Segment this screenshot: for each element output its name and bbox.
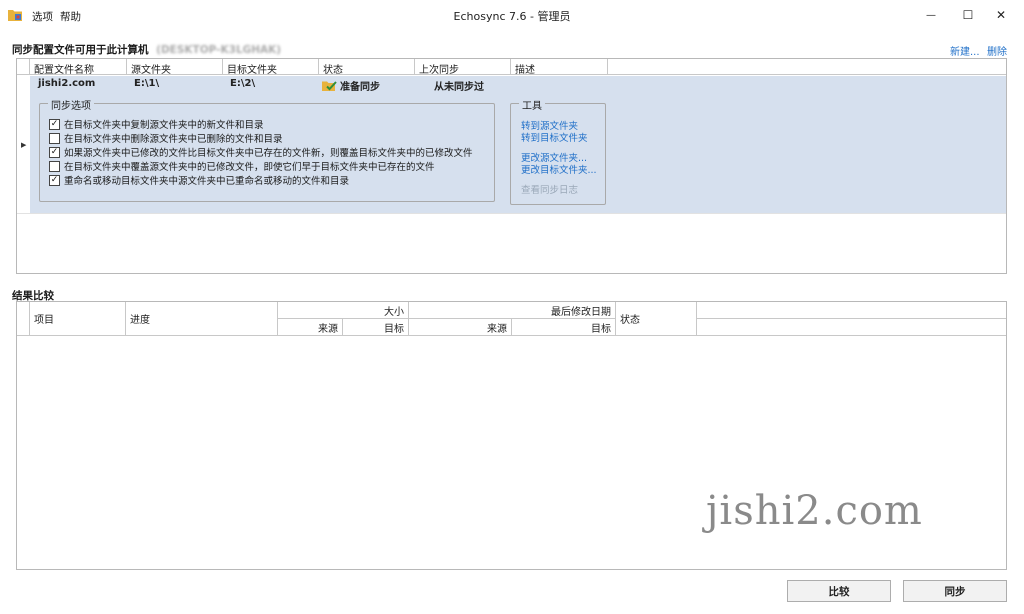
checkbox-delete-removed[interactable] — [49, 132, 60, 144]
profile-last-sync: 从未同步过 — [434, 82, 484, 93]
menu-options[interactable]: 选项 — [32, 9, 53, 24]
tools-legend: 工具 — [519, 97, 545, 112]
option-rename-move[interactable]: ✓ 重命名或移动目标文件夹中源文件夹中已重命名或移动的文件和目录 — [49, 173, 349, 187]
close-icon: ✕ — [995, 8, 1007, 22]
col-size-target[interactable]: 目标 — [343, 319, 409, 336]
option-delete-removed-label: 在目标文件夹中删除源文件夹中已删除的文件和目录 — [64, 134, 283, 145]
menu-help[interactable]: 帮助 — [60, 9, 81, 24]
checkbox-rename-move[interactable]: ✓ — [49, 174, 60, 186]
col-result-status[interactable]: 状态 — [616, 302, 697, 336]
sync-options-legend: 同步选项 — [48, 97, 94, 112]
window-title: Echosync 7.6 - 管理员 — [453, 10, 571, 23]
minimize-icon: — — [926, 9, 936, 21]
col-description[interactable]: 描述 — [511, 59, 608, 76]
delete-profile-link[interactable]: 删除 — [987, 43, 1007, 58]
goto-target-link[interactable]: 转到目标文件夹 — [521, 130, 588, 144]
profiles-grid[interactable]: 配置文件名称 源文件夹 目标文件夹 状态 上次同步 描述 ▶ jishi2.co… — [16, 58, 1007, 274]
checkbox-copy-new[interactable]: ✓ — [49, 118, 60, 130]
new-profile-link[interactable]: 新建... — [950, 43, 980, 58]
profiles-title-text: 同步配置文件可用于此计算机 — [12, 44, 149, 56]
profiles-section-title: 同步配置文件可用于此计算机 (DESKTOP-K3LGHAK) — [12, 42, 281, 57]
col-profile-name[interactable]: 配置文件名称 — [30, 59, 127, 76]
col-item[interactable]: 项目 — [30, 302, 126, 336]
col-size-source[interactable]: 来源 — [278, 319, 343, 336]
profile-name: jishi2.com — [38, 78, 96, 89]
option-copy-new-label: 在目标文件夹中复制源文件夹中的新文件和目录 — [64, 120, 264, 131]
checkbox-overwrite-newer[interactable]: ✓ — [49, 146, 60, 158]
watermark-text: jishi2.com — [706, 488, 923, 534]
check-icon: ✓ — [50, 118, 59, 129]
sync-button[interactable]: 同步 — [903, 580, 1007, 602]
view-sync-log-link: 查看同步日志 — [521, 185, 579, 196]
col-status[interactable]: 状态 — [319, 59, 415, 76]
computer-name: (DESKTOP-K3LGHAK) — [156, 44, 282, 56]
title-bar: 选项 帮助 Echosync 7.6 - 管理员 — ☐ ✕ — [0, 0, 1024, 30]
option-overwrite-newer[interactable]: ✓ 如果源文件夹中已修改的文件比目标文件夹中已存在的文件新，则覆盖目标文件夹中的… — [49, 145, 473, 159]
option-delete-removed[interactable]: 在目标文件夹中删除源文件夹中已删除的文件和目录 — [49, 131, 283, 145]
row-header-corner — [17, 59, 30, 75]
results-corner — [17, 302, 30, 336]
option-overwrite-older-label: 在目标文件夹中覆盖源文件夹中的已修改文件，即使它们早于目标文件夹中已存在的文件 — [64, 162, 435, 173]
option-rename-move-label: 重命名或移动目标文件夹中源文件夹中已重命名或移动的文件和目录 — [64, 176, 350, 187]
sync-options-group: 同步选项 ✓ 在目标文件夹中复制源文件夹中的新文件和目录 在目标文件夹中删除源文… — [39, 97, 495, 202]
col-modified-source[interactable]: 来源 — [409, 319, 512, 336]
grid-row-divider — [17, 213, 1006, 214]
profile-source: E:\1\ — [134, 78, 160, 89]
col-last-sync[interactable]: 上次同步 — [415, 59, 511, 76]
profile-row[interactable]: jishi2.com E:\1\ E:\2\ 准备同步 从未同步过 同步选项 ✓… — [30, 76, 1006, 213]
compare-button[interactable]: 比较 — [787, 580, 891, 602]
app-folder-icon — [8, 10, 22, 21]
col-size[interactable]: 大小 — [278, 302, 409, 319]
profiles-header: 配置文件名称 源文件夹 目标文件夹 状态 上次同步 描述 — [17, 59, 1006, 76]
tools-group: 工具 转到源文件夹 转到目标文件夹 更改源文件夹... 更改目标文件夹... 查… — [510, 97, 606, 205]
checkbox-overwrite-older[interactable] — [49, 160, 60, 172]
col-modified[interactable]: 最后修改日期 — [409, 302, 616, 319]
col-modified-target[interactable]: 目标 — [512, 319, 616, 336]
row-indicator-icon: ▶ — [21, 141, 27, 149]
profile-target: E:\2\ — [230, 78, 256, 89]
profile-status-text: 准备同步 — [340, 82, 380, 93]
change-target-link[interactable]: 更改目标文件夹... — [521, 162, 597, 176]
profile-status: 准备同步 — [322, 78, 380, 93]
col-progress[interactable]: 进度 — [126, 302, 278, 336]
option-overwrite-newer-label: 如果源文件夹中已修改的文件比目标文件夹中已存在的文件新，则覆盖目标文件夹中的已修… — [64, 148, 473, 159]
option-overwrite-older[interactable]: 在目标文件夹中覆盖源文件夹中的已修改文件，即使它们早于目标文件夹中已存在的文件 — [49, 159, 435, 173]
check-icon: ✓ — [50, 174, 59, 185]
close-button[interactable]: ✕ — [978, 0, 1024, 30]
col-filler-bottom — [697, 319, 1006, 336]
check-icon: ✓ — [50, 146, 59, 157]
col-filler-top — [697, 302, 1006, 319]
ready-folder-icon — [322, 80, 337, 91]
maximize-icon: ☐ — [962, 8, 974, 22]
col-source-folder[interactable]: 源文件夹 — [127, 59, 223, 76]
option-copy-new[interactable]: ✓ 在目标文件夹中复制源文件夹中的新文件和目录 — [49, 117, 264, 131]
col-target-folder[interactable]: 目标文件夹 — [223, 59, 319, 76]
